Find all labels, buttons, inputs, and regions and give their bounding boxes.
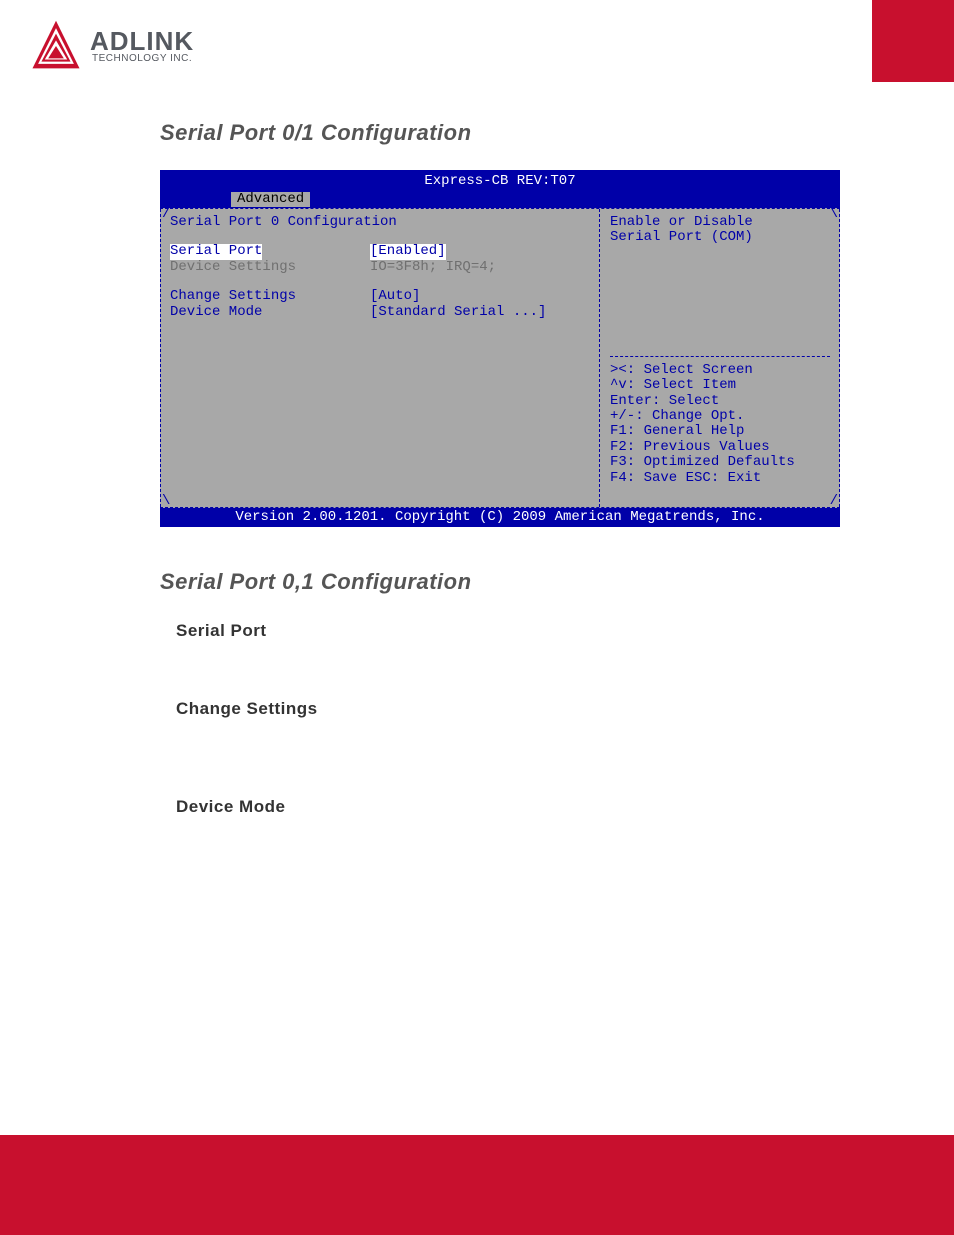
row-change-settings[interactable]: Change Settings [Auto] (170, 289, 589, 304)
help-text-1: Enable or Disable (610, 215, 830, 230)
option-change-settings: Change Settings (176, 699, 834, 719)
bios-titlebar: Express-CB REV:T07 Advanced (160, 170, 840, 208)
row-device-mode[interactable]: Device Mode [Standard Serial ...] (170, 305, 589, 320)
tab-advanced[interactable]: Advanced (230, 191, 311, 208)
help-text-2: Serial Port (COM) (610, 230, 830, 245)
label-serial-port: Serial Port (170, 244, 262, 259)
value-serial-port: [Enabled] (370, 244, 446, 259)
divider (610, 356, 830, 357)
nav-hint: Enter: Select (610, 394, 830, 409)
nav-hint: ^v: Select Item (610, 378, 830, 393)
label-device-mode: Device Mode (170, 305, 370, 320)
bios-right-pane: Enable or Disable Serial Port (COM) ><: … (600, 209, 840, 507)
nav-hint: F2: Previous Values (610, 440, 830, 455)
header-accent-block (872, 0, 954, 82)
row-device-settings: Device Settings IO=3F8h; IRQ=4; (170, 260, 589, 275)
bios-section-title: Serial Port 0 Configuration (170, 215, 589, 230)
page-content: Serial Port 0/1 Configuration Express-CB… (160, 120, 834, 875)
value-change-settings: [Auto] (370, 289, 589, 304)
nav-hint: F3: Optimized Defaults (610, 455, 830, 470)
option-serial-port: Serial Port (176, 621, 834, 641)
nav-hint: F1: General Help (610, 424, 830, 439)
nav-hint: F4: Save ESC: Exit (610, 471, 830, 486)
bios-tabbar: Advanced (230, 191, 311, 208)
bios-screenshot: Express-CB REV:T07 Advanced / \ \ / Seri… (160, 170, 840, 527)
brand-sub: TECHNOLOGY INC. (92, 54, 194, 64)
row-serial-port[interactable]: Serial Port [Enabled] (170, 244, 589, 259)
footer-accent-block (0, 1135, 954, 1235)
nav-hint: +/-: Change Opt. (610, 409, 830, 424)
value-device-settings: IO=3F8h; IRQ=4; (370, 260, 589, 275)
logo: ADLINK TECHNOLOGY INC. (28, 18, 194, 74)
section-heading-1: Serial Port 0/1 Configuration (160, 120, 834, 146)
bios-left-pane: Serial Port 0 Configuration Serial Port … (160, 209, 600, 507)
section-heading-2: Serial Port 0,1 Configuration (160, 569, 834, 595)
option-device-mode: Device Mode (176, 797, 834, 817)
label-change-settings: Change Settings (170, 289, 370, 304)
brand-name: ADLINK (90, 28, 194, 54)
nav-hint: ><: Select Screen (610, 363, 830, 378)
adlink-logo-icon (28, 18, 84, 74)
value-device-mode: [Standard Serial ...] (370, 305, 589, 320)
bios-footer: Version 2.00.1201. Copyright (C) 2009 Am… (160, 508, 840, 527)
bios-title: Express-CB REV:T07 (160, 172, 840, 189)
bios-body: / \ \ / Serial Port 0 Configuration Seri… (160, 208, 840, 508)
label-device-settings: Device Settings (170, 260, 370, 275)
